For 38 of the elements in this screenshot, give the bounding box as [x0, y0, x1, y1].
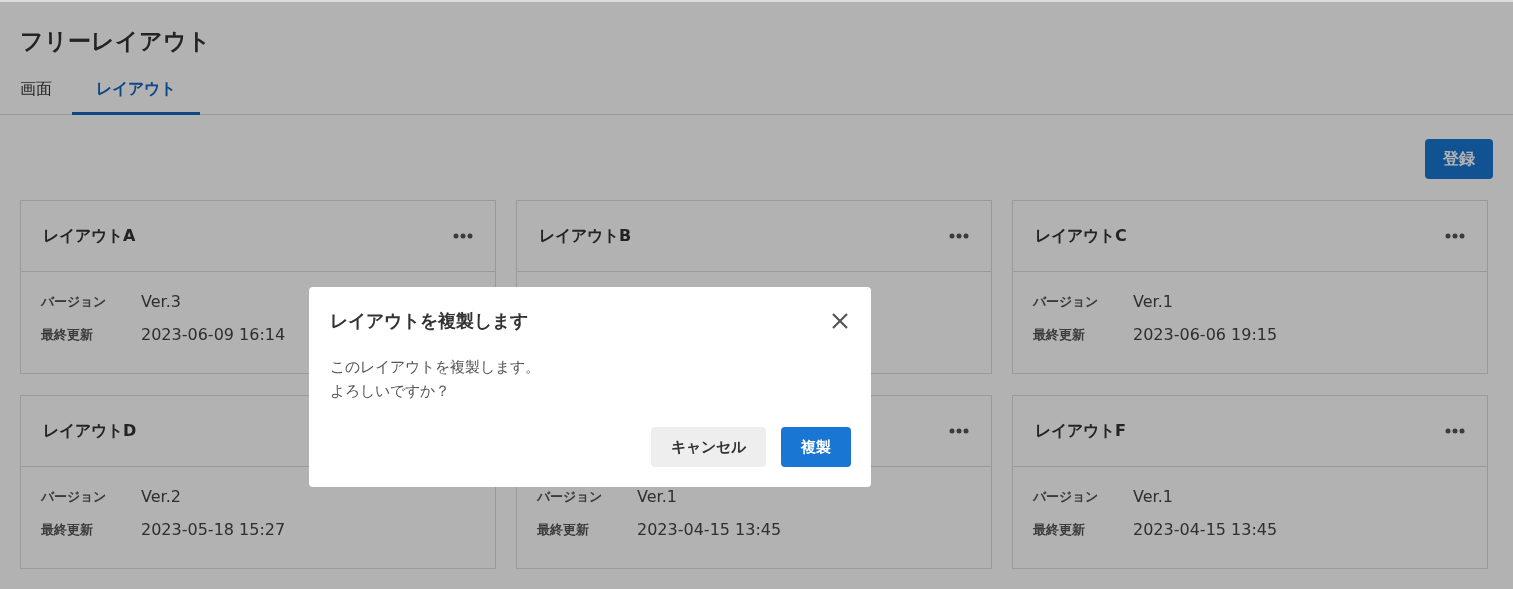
duplicate-button[interactable]: 複製 [781, 427, 851, 467]
field-label: バージョン [537, 487, 603, 506]
field-value: 2023-06-09 16:14 [141, 325, 287, 344]
page-title: フリーレイアウト [20, 27, 212, 56]
register-button[interactable]: 登録 [1425, 139, 1493, 179]
field-label: 最終更新 [41, 325, 94, 344]
field-value: 2023-05-18 15:27 [141, 520, 287, 539]
field-value: Ver.2 [141, 487, 182, 506]
field-value: Ver.1 [1133, 292, 1174, 311]
more-icon[interactable] [453, 233, 473, 239]
more-icon[interactable] [949, 233, 969, 239]
field-value: 2023-04-15 13:45 [637, 520, 783, 539]
field-value: 2023-04-15 13:45 [1133, 520, 1279, 539]
tab[interactable]: 画面 [0, 79, 72, 115]
field-label: 最終更新 [41, 520, 94, 539]
field-label: バージョン [41, 487, 107, 506]
tab[interactable]: レイアウト [72, 79, 200, 115]
more-icon[interactable] [949, 428, 969, 434]
field-value: Ver.1 [1133, 487, 1174, 506]
field-value: Ver.3 [141, 292, 182, 311]
card-title: レイアウトD [43, 420, 137, 442]
field-value: 2023-06-06 19:15 [1133, 325, 1279, 344]
field-label: バージョン [41, 292, 107, 311]
card-title: レイアウトA [43, 225, 136, 247]
more-icon[interactable] [1445, 233, 1465, 239]
field-label: バージョン [1033, 487, 1099, 506]
dialog-message: このレイアウトを複製します。 よろしいですか？ [330, 357, 541, 402]
field-label: バージョン [1033, 292, 1099, 311]
card-title: レイアウトC [1035, 225, 1127, 247]
more-icon[interactable] [1445, 428, 1465, 434]
dialog-title: レイアウトを複製します [330, 309, 528, 333]
card-title: レイアウトF [1035, 420, 1126, 442]
field-label: 最終更新 [1033, 325, 1086, 344]
field-value: Ver.1 [637, 487, 678, 506]
cancel-button[interactable]: キャンセル [651, 427, 766, 467]
card-title: レイアウトB [539, 225, 632, 247]
field-label: 最終更新 [537, 520, 590, 539]
field-label: 最終更新 [1033, 520, 1086, 539]
